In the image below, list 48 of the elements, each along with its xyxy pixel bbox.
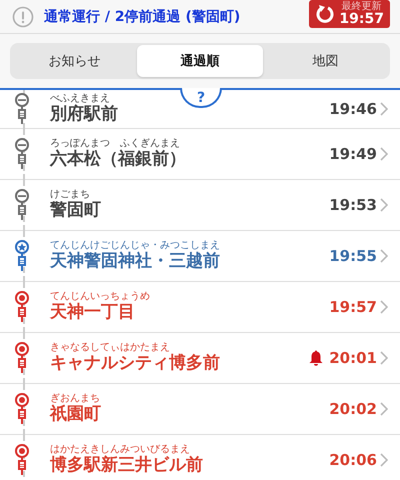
arrival-time: 20:01 <box>329 349 377 367</box>
stop-row[interactable]: ろっぽんまつ ふくぎんまえ 六本松（福銀前） 19:49 <box>0 129 400 180</box>
stop-row[interactable]: ぎおんまち 祇園町 20:02 <box>0 384 400 435</box>
stop-reading: てんじんいっちょうめ <box>50 291 150 302</box>
stop-row[interactable]: てんじんいっちょうめ 天神一丁目 19:57 <box>0 282 400 333</box>
stop-reading: てんじんけごじんじゃ・みつこしまえ <box>50 240 220 252</box>
stop-name: 天神警固神社・三越前 <box>50 252 220 272</box>
stop-reading: ぎおんまち <box>50 393 100 404</box>
refresh-icon <box>315 4 336 24</box>
update-label: 最終更新 <box>342 2 382 12</box>
stop-row[interactable]: けごまち 警固町 19:53 <box>0 180 400 231</box>
update-time: 19:57 <box>339 12 384 26</box>
arrival-time: 19:53 <box>329 196 377 214</box>
status-message: 通常運行 / 2停前通過 (警固町) <box>44 8 242 26</box>
stop-reading: ろっぽんまつ ふくぎんまえ <box>50 138 180 150</box>
stop-name: 博多駅新三井ビル前 <box>50 456 203 476</box>
stop-name: 祇園町 <box>50 404 101 425</box>
help-button[interactable]: ? <box>180 88 222 108</box>
tab[interactable]: お知らせ <box>12 45 138 77</box>
tab[interactable]: 通過順 <box>137 45 263 77</box>
chevron-icon <box>380 402 388 416</box>
arrival-time: 19:46 <box>329 100 377 118</box>
chevron-icon <box>380 198 388 212</box>
chevron-icon <box>380 102 388 116</box>
chevron-icon <box>380 351 388 365</box>
arrival-time: 19:55 <box>329 247 377 265</box>
stop-name: 別府駅前 <box>50 104 118 125</box>
exclamation-icon <box>12 6 34 28</box>
stop-name: 六本松（福銀前） <box>50 150 186 170</box>
chevron-icon <box>380 147 388 161</box>
stop-reading: べふえきまえ <box>50 93 110 104</box>
chevron-icon <box>380 249 388 263</box>
arrival-time: 19:57 <box>329 298 377 316</box>
update-button[interactable]: 最終更新 19:57 <box>309 0 390 28</box>
stop-reading: けごまち <box>50 189 90 201</box>
stop-row[interactable]: きゃなるしてぃはかたまえ キャナルシティ博多前 20:01 <box>0 333 400 384</box>
stop-name: 天神一丁目 <box>50 302 135 323</box>
chevron-icon <box>380 300 388 314</box>
tab[interactable]: 地図 <box>262 45 388 77</box>
arrival-time: 19:49 <box>329 145 377 163</box>
stop-row[interactable]: てんじんけごじんじゃ・みつこしまえ 天神警固神社・三越前 19:55 <box>0 231 400 282</box>
chevron-icon <box>380 453 388 467</box>
arrival-time: 20:06 <box>329 451 377 469</box>
stop-name: 警固町 <box>50 200 101 221</box>
stop-reading: はかたえきしんみついびるまえ <box>50 444 190 456</box>
stop-name: キャナルシティ博多前 <box>50 354 220 374</box>
stop-reading: きゃなるしてぃはかたまえ <box>50 342 170 354</box>
arrival-time: 20:02 <box>329 400 377 418</box>
